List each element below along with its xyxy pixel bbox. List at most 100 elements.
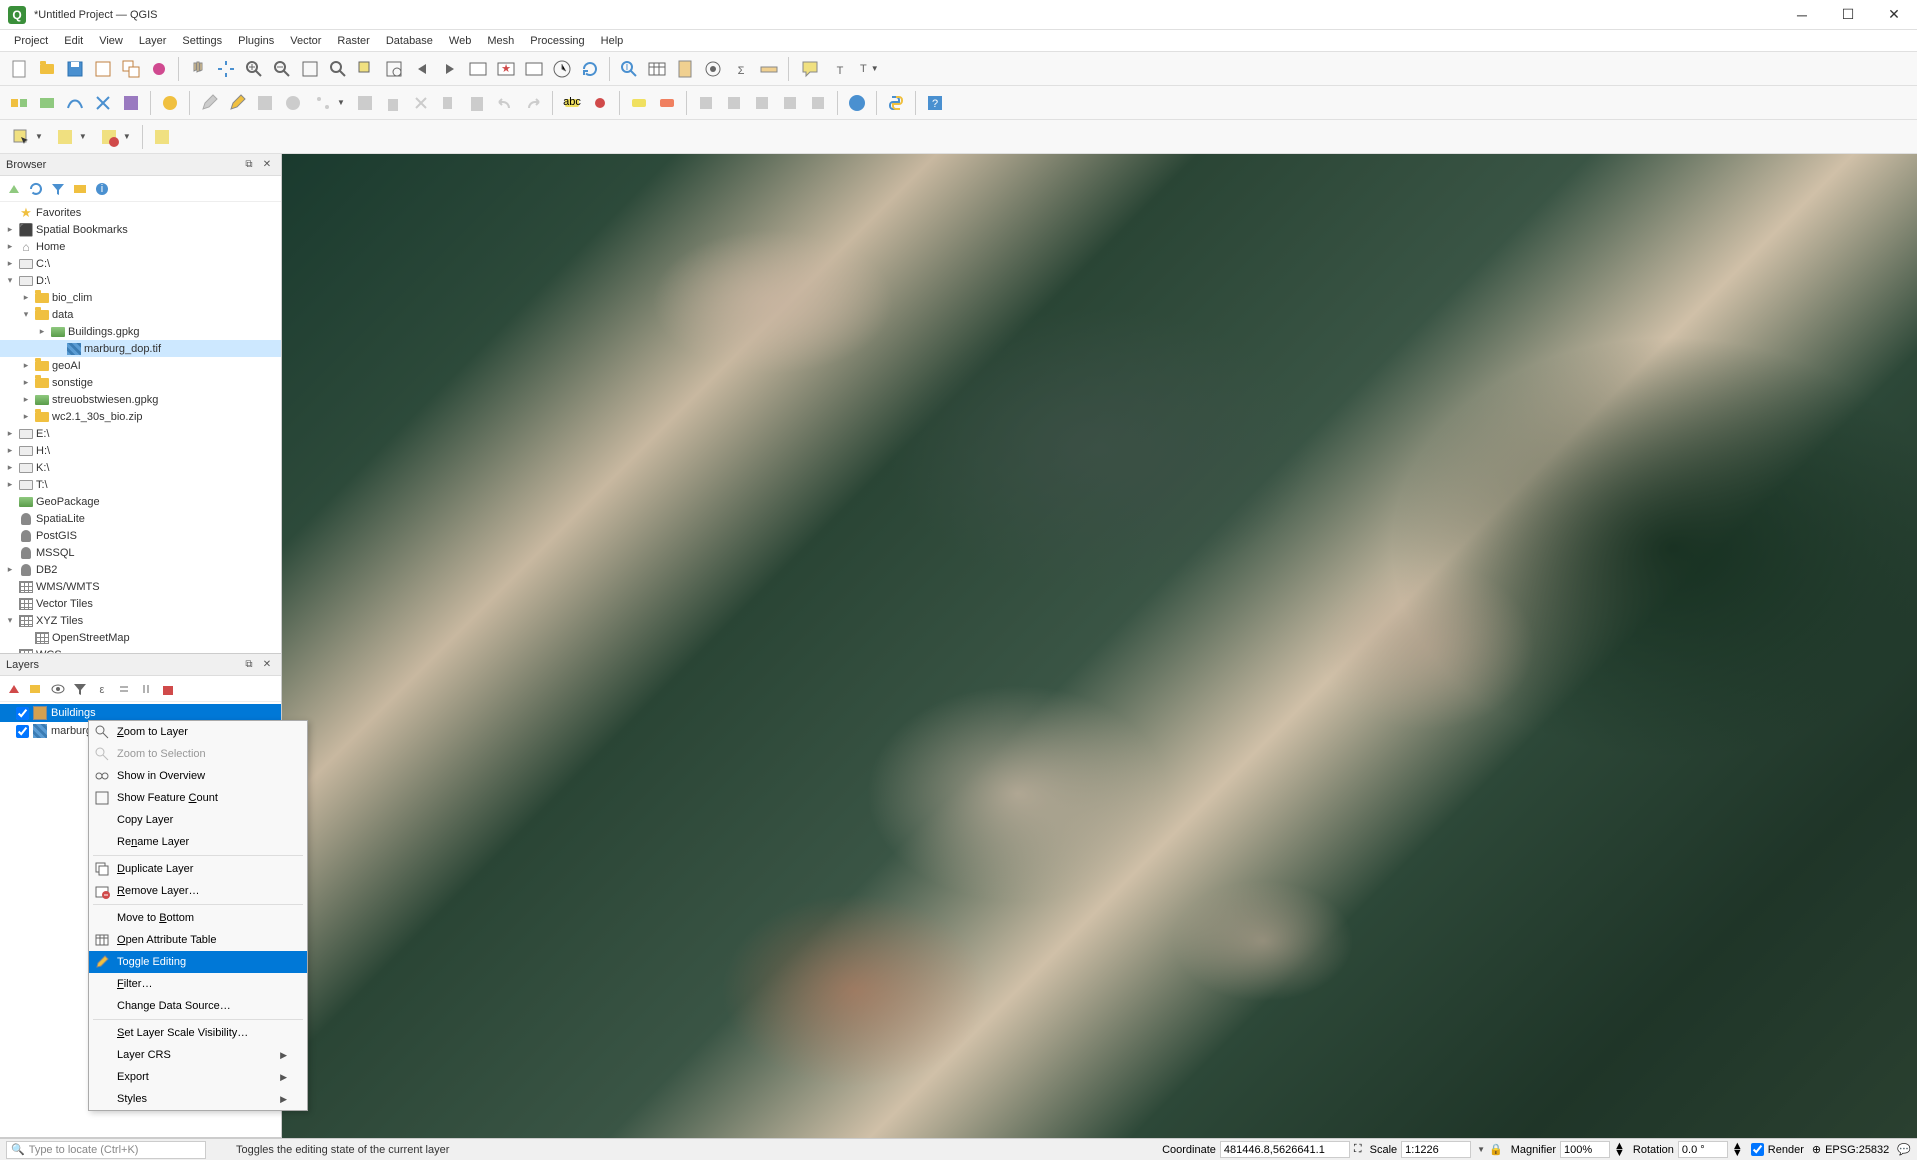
menu-project[interactable]: Project [6,33,56,49]
zoom-in-button[interactable] [241,56,267,82]
layers-add-group-icon[interactable] [26,679,46,699]
browser-item[interactable]: ▸⌂Home [0,238,281,255]
expander-icon[interactable]: ▸ [20,360,32,371]
menu-mesh[interactable]: Mesh [479,33,522,49]
browser-tree[interactable]: ★Favorites▸⬛Spatial Bookmarks▸⌂Home▸C:\▾… [0,202,281,653]
menu-edit[interactable]: Edit [56,33,91,49]
extra-btn3[interactable] [749,90,775,116]
layers-style-icon[interactable] [4,679,24,699]
browser-item[interactable]: MSSQL [0,544,281,561]
menu-settings[interactable]: Settings [174,33,230,49]
bookmarks-button[interactable] [521,56,547,82]
copy-features-button[interactable] [436,90,462,116]
toggle-editing-button[interactable] [224,90,250,116]
browser-item[interactable]: ▸DB2 [0,561,281,578]
pan-to-selection-button[interactable] [213,56,239,82]
browser-item[interactable]: PostGIS [0,527,281,544]
menu-help[interactable]: Help [593,33,632,49]
redo-button[interactable] [520,90,546,116]
zoom-full-button[interactable] [325,56,351,82]
select-by-value-button[interactable]: ▼ [50,124,92,150]
data-source-manager-button[interactable] [6,90,32,116]
layers-close-icon[interactable]: ✕ [259,657,275,673]
context-menu-item[interactable]: Toggle Editing [89,951,307,973]
browser-item[interactable]: ▸streuobstwiesen.gpkg [0,391,281,408]
select-all-button[interactable] [149,124,175,150]
browser-item[interactable]: ▸T:\ [0,476,281,493]
expander-icon[interactable]: ▸ [4,445,16,456]
context-menu-item[interactable]: Filter… [89,973,307,995]
undo-button[interactable] [492,90,518,116]
browser-item[interactable]: ▸E:\ [0,425,281,442]
menu-layer[interactable]: Layer [131,33,175,49]
layer-visibility-checkbox[interactable] [16,707,29,720]
crs-icon[interactable]: ⊕ [1812,1143,1821,1156]
menu-raster[interactable]: Raster [329,33,377,49]
extra-btn1[interactable] [693,90,719,116]
menu-web[interactable]: Web [441,33,479,49]
menu-view[interactable]: View [91,33,131,49]
menu-processing[interactable]: Processing [522,33,592,49]
browser-item[interactable]: ★Favorites [0,204,281,221]
expander-icon[interactable]: ▾ [20,309,32,320]
new-project-button[interactable] [6,56,32,82]
new-annotation-button[interactable]: T [827,56,853,82]
context-menu-item[interactable]: Zoom to Layer [89,721,307,743]
context-menu-item[interactable]: Styles▶ [89,1088,307,1110]
expander-icon[interactable]: ▸ [36,326,48,337]
extra-btn5[interactable] [805,90,831,116]
coordinate-input[interactable] [1220,1141,1350,1158]
zoom-to-selection-button[interactable] [353,56,379,82]
expander-icon[interactable]: ▸ [4,428,16,439]
context-menu-item[interactable]: Open Attribute Table [89,929,307,951]
add-feature-button[interactable] [280,90,306,116]
layers-expression-icon[interactable]: ε [92,679,112,699]
messages-icon[interactable]: 💬 [1897,1143,1911,1156]
measure-button[interactable] [756,56,782,82]
menu-vector[interactable]: Vector [282,33,329,49]
browser-item[interactable]: GeoPackage [0,493,281,510]
browser-item[interactable]: ▸H:\ [0,442,281,459]
magnifier-spinner-icon[interactable]: ▲▼ [1614,1143,1625,1157]
expander-icon[interactable]: ▾ [4,615,16,626]
maximize-button[interactable]: ☐ [1825,0,1871,30]
browser-item[interactable]: ▾data [0,306,281,323]
browser-item[interactable]: marburg_dop.tif [0,340,281,357]
zoom-next-button[interactable] [437,56,463,82]
zoom-to-layer-button[interactable] [381,56,407,82]
extra-btn4[interactable] [777,90,803,116]
layout-manager-button[interactable] [118,56,144,82]
expander-icon[interactable]: ▸ [4,462,16,473]
minimize-button[interactable]: ─ [1779,0,1825,30]
scale-dropdown-icon[interactable]: ▼ [1477,1145,1485,1154]
scale-input[interactable] [1401,1141,1471,1158]
extents-icon[interactable]: ⛶ [1354,1143,1362,1156]
paste-features-button[interactable] [464,90,490,116]
expander-icon[interactable]: ▸ [20,292,32,303]
browser-item[interactable]: WMS/WMTS [0,578,281,595]
new-shapefile-button[interactable] [62,90,88,116]
save-layer-edits-button[interactable] [252,90,278,116]
expander-icon[interactable]: ▸ [20,411,32,422]
label-toolbar-btn1[interactable]: abc [559,90,585,116]
new-virtual-layer-button[interactable] [118,90,144,116]
cut-features-button[interactable] [408,90,434,116]
attribute-table-button[interactable] [644,56,670,82]
vertex-tool-button[interactable]: ▼ [308,90,350,116]
save-project-button[interactable] [62,56,88,82]
context-menu-item[interactable]: Show Feature Count [89,787,307,809]
zoom-native-button[interactable] [297,56,323,82]
layers-collapse-icon[interactable] [136,679,156,699]
new-print-layout-button[interactable] [90,56,116,82]
expander-icon[interactable]: ▸ [4,241,16,252]
context-menu-item[interactable]: Layer CRS▶ [89,1044,307,1066]
statistics-button[interactable]: Σ [728,56,754,82]
browser-panel-header[interactable]: Browser ⧉ ✕ [0,154,281,176]
context-menu-item[interactable]: Remove Layer… [89,880,307,902]
expander-icon[interactable]: ▸ [20,377,32,388]
locator-search[interactable]: 🔍 Type to locate (Ctrl+K) [6,1141,206,1159]
layer-visibility-checkbox[interactable] [16,725,29,738]
browser-item[interactable]: ▸C:\ [0,255,281,272]
render-checkbox[interactable] [1751,1143,1764,1156]
menu-database[interactable]: Database [378,33,441,49]
